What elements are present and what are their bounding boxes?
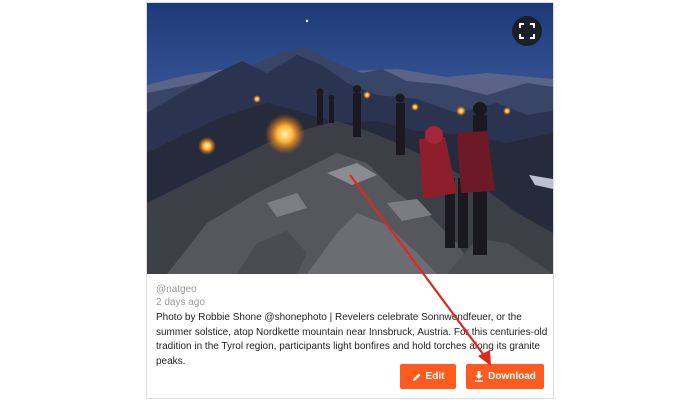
- pencil-icon: [412, 373, 421, 381]
- post-time: 2 days ago: [156, 297, 205, 308]
- download-icon: [475, 371, 484, 382]
- download-button[interactable]: Download: [466, 364, 544, 389]
- mountain-photo-image: [147, 3, 553, 274]
- edit-button[interactable]: Edit: [400, 364, 456, 389]
- post-handle[interactable]: @natgeo: [156, 284, 197, 295]
- post-photo[interactable]: [147, 3, 553, 274]
- fullscreen-button[interactable]: [512, 16, 542, 46]
- fullscreen-icon: [519, 23, 535, 39]
- download-button-label: Download: [488, 371, 536, 382]
- post-card: @natgeo 2 days ago Photo by Robbie Shone…: [146, 2, 554, 399]
- edit-button-label: Edit: [425, 371, 445, 382]
- post-caption: Photo by Robbie Shone @shonephoto | Reve…: [156, 312, 548, 367]
